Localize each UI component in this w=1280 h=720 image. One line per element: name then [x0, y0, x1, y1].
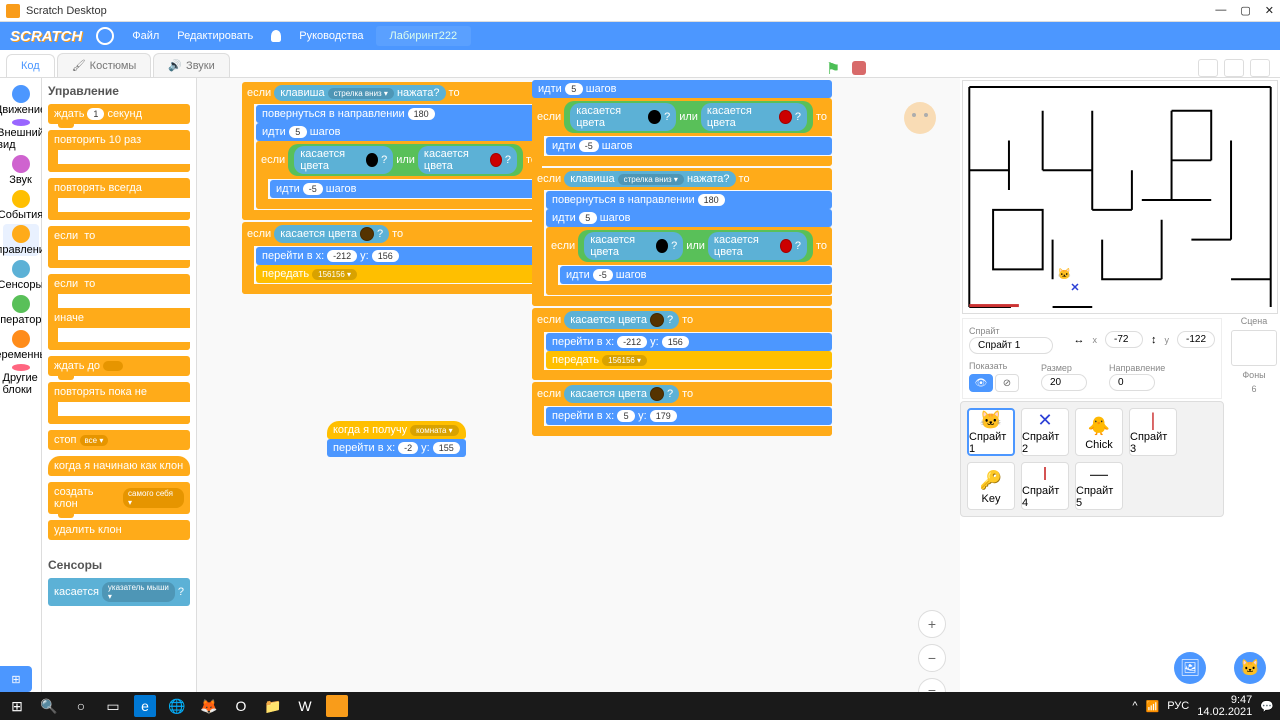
tab-costumes[interactable]: 🖌 Костюмы: [57, 53, 152, 77]
cat-operators[interactable]: Операторы: [3, 294, 39, 326]
green-flag-button[interactable]: ⚑: [826, 59, 844, 77]
zoom-in-button[interactable]: +: [918, 610, 946, 638]
add-backdrop-fab[interactable]: 🖼: [1174, 652, 1206, 684]
window-title: Scratch Desktop: [26, 5, 107, 17]
block-create-clone[interactable]: создать клонсамого себя ▾: [48, 482, 190, 514]
hide-sprite-button[interactable]: ⊘: [995, 374, 1019, 392]
block-repeat[interactable]: повторить10раз: [48, 130, 190, 172]
sprite-tile[interactable]: ✕Спрайт 2: [1021, 408, 1069, 456]
close-button[interactable]: ✕: [1265, 4, 1274, 17]
sprite-size-input[interactable]: [1041, 374, 1087, 391]
taskview-icon[interactable]: ▭: [102, 695, 124, 717]
block-if-else[interactable]: еслитоиначе: [48, 274, 190, 350]
opera-icon[interactable]: O: [230, 695, 252, 717]
minimize-button[interactable]: —: [1215, 4, 1226, 17]
sprite-tile[interactable]: |Спрайт 3: [1129, 408, 1177, 456]
palette-header: Управление: [48, 84, 190, 98]
word-icon[interactable]: W: [294, 695, 316, 717]
sprite-label: Спрайт: [969, 326, 1000, 336]
sprite-info-panel: Спрайт ↔x ↕y Показать 👁 ⊘: [962, 318, 1222, 399]
script-stack-3[interactable]: идти5шагов есликасается цвета?иликасаетс…: [532, 80, 832, 436]
sprite-direction-input[interactable]: [1109, 374, 1155, 391]
bulb-icon: [271, 30, 281, 42]
menubar: SCRATCH Файл Редактировать Руководства Л…: [0, 22, 1280, 50]
block-forever[interactable]: повторять всегда: [48, 178, 190, 220]
cat-motion[interactable]: Движение: [3, 84, 39, 116]
stage-small-button[interactable]: [1198, 59, 1218, 77]
cat-myblocks[interactable]: Другие блоки: [3, 364, 39, 396]
block-wait[interactable]: ждать1секунд: [48, 104, 190, 124]
sensors-header: Сенсоры: [48, 558, 190, 572]
sprite-tile[interactable]: 🔑Key: [967, 462, 1015, 510]
maximize-button[interactable]: ▢: [1240, 4, 1250, 17]
tab-sounds[interactable]: 🔊 Звуки: [153, 53, 229, 77]
block-touching[interactable]: касаетсяуказатель мыши ▾?: [48, 578, 190, 606]
clock[interactable]: 9:4714.02.2021: [1197, 694, 1252, 718]
taskbar: ⊞ 🔍 ○ ▭ e 🌐 🦊 O 📁 W ^ 📶 РУС 9:4714.02.20…: [0, 692, 1280, 720]
stage-large-button[interactable]: [1224, 59, 1244, 77]
sprite-tile[interactable]: IСпрайт 4: [1021, 462, 1069, 510]
stage-full-button[interactable]: [1250, 59, 1270, 77]
tab-code[interactable]: Код: [6, 54, 55, 77]
edit-menu[interactable]: Редактировать: [177, 30, 253, 42]
script-stack-2[interactable]: когда я получукомната ▾ перейти в x:-2y:…: [327, 421, 466, 457]
wifi-icon[interactable]: 📶: [1146, 700, 1160, 713]
firefox-icon[interactable]: 🦊: [198, 695, 220, 717]
sprite-tile[interactable]: —Спрайт 5: [1075, 462, 1123, 510]
block-if[interactable]: еслито: [48, 226, 190, 268]
explorer-icon[interactable]: 📁: [262, 695, 284, 717]
extension-button[interactable]: ⊞: [0, 666, 32, 692]
category-column: Движение Внешний вид Звук События Управл…: [0, 78, 42, 720]
tray-up-icon[interactable]: ^: [1132, 700, 1137, 712]
cat-events[interactable]: События: [3, 189, 39, 221]
cat-sensing[interactable]: Сенсоры: [3, 259, 39, 291]
zoom-out-button[interactable]: −: [918, 644, 946, 672]
lang-indicator[interactable]: РУС: [1167, 700, 1189, 712]
block-when-clone[interactable]: когда я начинаю как клон: [48, 456, 190, 476]
sprite-y-input[interactable]: [1177, 331, 1215, 348]
script-canvas[interactable]: есликлавишастрелка вниз ▾нажата?то повер…: [197, 78, 960, 720]
edge-icon[interactable]: e: [134, 695, 156, 717]
show-sprite-button[interactable]: 👁: [969, 374, 993, 392]
project-name-input[interactable]: Лабиринт222: [376, 26, 472, 46]
block-delete-clone[interactable]: удалить клон: [48, 520, 190, 540]
sprite-tile[interactable]: 🐱Спрайт 1: [967, 408, 1015, 456]
main-area: Движение Внешний вид Звук События Управл…: [0, 78, 1280, 720]
tabs-bar: Код 🖌 Костюмы 🔊 Звуки ⚑: [0, 50, 1280, 78]
search-icon[interactable]: 🔍: [38, 695, 60, 717]
sprites-grid: 🐱Спрайт 1✕Спрайт 2🐥Chick|Спрайт 3 🔑KeyIСп…: [960, 401, 1224, 517]
add-sprite-fab[interactable]: 🐱: [1234, 652, 1266, 684]
block-repeat-until[interactable]: повторять пока не: [48, 382, 190, 424]
script-stack-1[interactable]: есликлавишастрелка вниз ▾нажата?то повер…: [242, 82, 542, 294]
sprite-name-input[interactable]: [969, 337, 1053, 354]
cat-control[interactable]: Управление: [3, 224, 39, 256]
app-icon: [6, 4, 20, 18]
sprite-watermark-icon: [900, 98, 940, 138]
cat-looks[interactable]: Внешний вид: [3, 119, 39, 151]
titlebar: Scratch Desktop — ▢ ✕: [0, 0, 1280, 22]
block-wait-until[interactable]: ждать до: [48, 356, 190, 376]
right-panel: ✕ 🐱 Спрайт ↔x ↕y: [960, 78, 1280, 720]
start-button[interactable]: ⊞: [6, 695, 28, 717]
cat-sound[interactable]: Звук: [3, 154, 39, 186]
block-palette[interactable]: Управление ждать1секунд повторить10раз п…: [42, 78, 197, 720]
sprite-tile[interactable]: 🐥Chick: [1075, 408, 1123, 456]
tutorials-menu[interactable]: Руководства: [299, 30, 363, 42]
stage-preview[interactable]: ✕ 🐱: [962, 80, 1278, 314]
chrome-icon[interactable]: 🌐: [166, 695, 188, 717]
cortana-icon[interactable]: ○: [70, 695, 92, 717]
sprite-x-input[interactable]: [1105, 331, 1143, 348]
svg-text:✕: ✕: [1070, 282, 1079, 294]
stop-button[interactable]: [852, 61, 866, 75]
block-stop[interactable]: стопвсе ▾: [48, 430, 190, 450]
stage-column: Сцена Фоны 6: [1228, 316, 1280, 517]
notifications-icon[interactable]: 💬: [1260, 700, 1274, 713]
scratch-logo: SCRATCH: [10, 28, 82, 45]
globe-icon[interactable]: [96, 27, 114, 45]
file-menu[interactable]: Файл: [132, 30, 159, 42]
svg-text:🐱: 🐱: [1058, 267, 1072, 280]
stage-thumb[interactable]: [1231, 330, 1277, 366]
cat-variables[interactable]: Переменные: [3, 329, 39, 361]
scratch-taskbar-icon[interactable]: [326, 695, 348, 717]
